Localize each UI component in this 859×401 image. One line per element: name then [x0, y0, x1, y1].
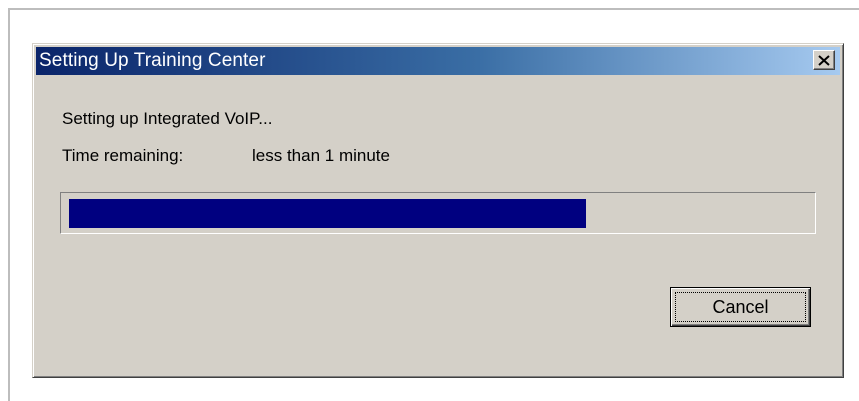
progress-fill: [69, 199, 586, 228]
close-button[interactable]: [813, 50, 835, 70]
progress-dialog: Setting Up Training Center Setting up In…: [32, 43, 844, 378]
page-frame-left: [8, 8, 10, 401]
window-title: Setting Up Training Center: [39, 50, 266, 71]
cancel-button-label: Cancel: [712, 296, 769, 317]
page-frame-top: [8, 8, 859, 10]
progress-bar: [60, 192, 816, 234]
title-bar[interactable]: Setting Up Training Center: [36, 47, 840, 75]
time-remaining-label: Time remaining:: [62, 146, 184, 165]
time-remaining-row: Time remaining: less than 1 minute: [62, 146, 390, 166]
status-message: Setting up Integrated VoIP...: [62, 109, 273, 128]
cancel-button[interactable]: Cancel: [670, 287, 811, 327]
close-icon: [818, 54, 830, 66]
time-remaining-value: less than 1 minute: [252, 146, 390, 165]
